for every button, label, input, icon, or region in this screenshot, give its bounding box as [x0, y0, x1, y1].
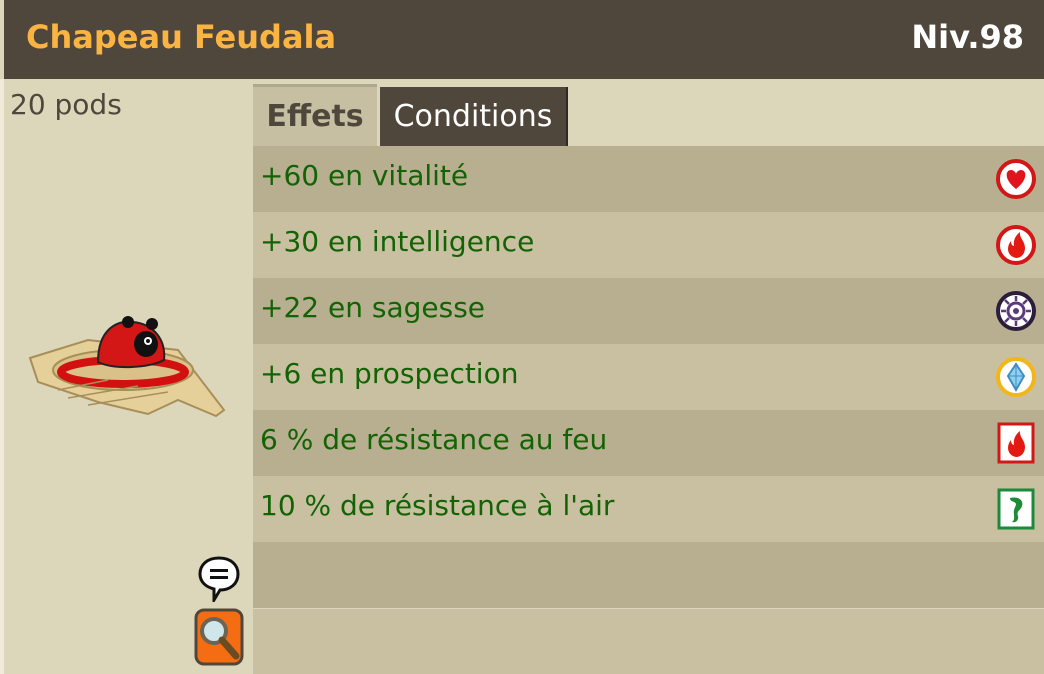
effect-text: +30 en intelligence: [260, 225, 535, 258]
effect-text: +60 en vitalité: [260, 159, 469, 192]
tab-bar: Effets Conditions: [253, 84, 573, 146]
panel-border: [0, 79, 4, 674]
effect-text: 10 % de résistance à l'air: [260, 489, 615, 522]
effect-row: +22 en sagesse: [253, 278, 1044, 344]
wisdom-eye-icon: [996, 291, 1036, 331]
magnifier-icon[interactable]: [194, 608, 244, 666]
chat-bubble-icon[interactable]: [198, 556, 240, 602]
effect-row: +30 en intelligence: [253, 212, 1044, 278]
effect-text: +22 en sagesse: [260, 291, 486, 324]
effect-text: +6 en prospection: [260, 357, 519, 390]
item-hat-image: [28, 316, 226, 418]
effect-row: +60 en vitalité: [253, 146, 1044, 212]
air-resistance-icon: [997, 488, 1035, 530]
fire-resistance-icon: [997, 422, 1035, 464]
tab-conditions[interactable]: Conditions: [380, 87, 568, 146]
item-name: Chapeau Feudala: [26, 18, 337, 56]
effects-list-bottom: [253, 609, 1044, 674]
item-header: Chapeau Feudala Niv.98: [4, 0, 1044, 79]
effect-text: 6 % de résistance au feu: [260, 423, 608, 456]
effects-list: +60 en vitalité +30 en intelligence +22 …: [253, 146, 1044, 608]
effect-row: 6 % de résistance au feu: [253, 410, 1044, 476]
item-level: Niv.98: [911, 18, 1024, 56]
intelligence-fire-icon: [996, 225, 1036, 265]
vitality-heart-icon: [996, 159, 1036, 199]
prospecting-crystal-icon: [996, 357, 1036, 397]
effect-row: +6 en prospection: [253, 344, 1044, 410]
effect-row-empty: [253, 542, 1044, 608]
tab-effets[interactable]: Effets: [253, 84, 377, 146]
item-weight: 20 pods: [10, 88, 122, 121]
effect-row: 10 % de résistance à l'air: [253, 476, 1044, 542]
